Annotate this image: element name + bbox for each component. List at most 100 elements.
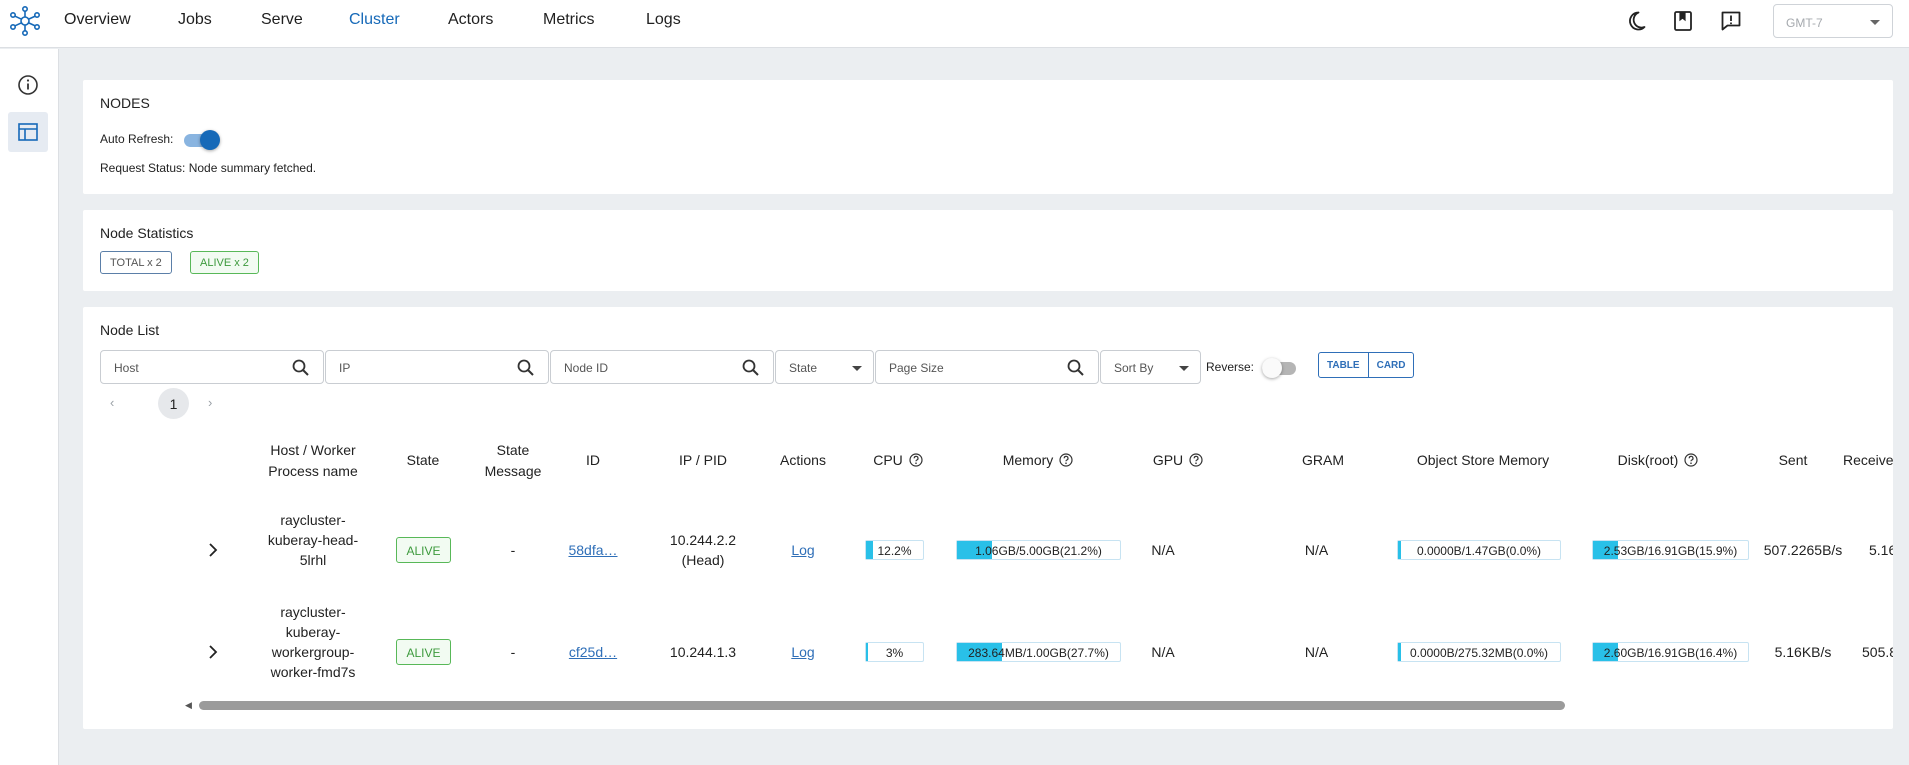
ray-logo-icon[interactable]	[8, 4, 42, 38]
toggle-thumb	[1262, 358, 1282, 378]
search-icon	[1067, 359, 1084, 376]
sort-by-select[interactable]: Sort By	[1100, 350, 1201, 384]
col-disk[interactable]: Disk(root)	[1573, 450, 1743, 471]
disk-usage-bar: 2.60GB/16.91GB(16.4%)	[1592, 642, 1749, 662]
nav-jobs[interactable]: Jobs	[178, 11, 212, 29]
nav-metrics[interactable]: Metrics	[543, 11, 595, 29]
host-placeholder: Host	[114, 361, 139, 375]
node-id-link[interactable]: cf25d…	[563, 642, 623, 662]
node-statistics-title: Node Statistics	[100, 225, 194, 241]
feedback-icon[interactable]	[1719, 9, 1743, 33]
help-circle-icon[interactable]	[1684, 453, 1698, 467]
col-state-message[interactable]: State Message	[463, 440, 563, 482]
log-link[interactable]: Log	[763, 642, 843, 662]
card-view-button[interactable]: CARD	[1367, 353, 1414, 377]
col-state-message-line2: Message	[484, 463, 542, 479]
nav-logs[interactable]: Logs	[646, 11, 681, 29]
timezone-value: GMT-7	[1786, 16, 1823, 30]
chevron-right-icon[interactable]	[204, 541, 222, 559]
host-line: raycluster-	[280, 604, 346, 620]
object-store-usage-bar: 0.0000B/1.47GB(0.0%)	[1397, 540, 1561, 560]
next-page-chevron-icon[interactable]: ›	[208, 395, 212, 410]
table-horizontal-scrollbar[interactable]: ◀ ▶	[163, 699, 1909, 713]
gram-cell: N/A	[1304, 542, 1329, 558]
disk-usage-label: 2.60GB/16.91GB(16.4%)	[1603, 646, 1738, 660]
state-select-label: State	[789, 361, 818, 375]
col-cpu[interactable]: CPU	[853, 450, 943, 471]
nav-actors[interactable]: Actors	[448, 11, 493, 29]
state-message-cell: -	[510, 644, 516, 660]
search-icon	[517, 359, 534, 376]
docs-book-icon[interactable]	[1671, 9, 1695, 33]
top-nav-bar: Overview Jobs Serve Cluster Actors Metri…	[0, 0, 1909, 48]
table-row: raycluster- kuberay- workergroup- worker…	[83, 600, 1893, 700]
prev-page-chevron-icon[interactable]: ‹	[110, 395, 114, 410]
log-link[interactable]: Log	[763, 540, 843, 560]
col-host[interactable]: Host / Worker Process name	[243, 440, 383, 482]
received-cell: 5.16KB/s	[1869, 542, 1893, 558]
host-cell: raycluster- kuberay-head- 5lrhl	[243, 510, 383, 570]
chevron-down-icon	[1870, 20, 1880, 25]
col-memory[interactable]: Memory	[953, 450, 1123, 471]
col-disk-label: Disk(root)	[1617, 452, 1679, 468]
page-1-button[interactable]: 1	[158, 388, 189, 419]
nav-serve[interactable]: Serve	[261, 11, 303, 29]
help-circle-icon[interactable]	[1059, 453, 1073, 467]
dark-mode-moon-icon[interactable]	[1624, 9, 1648, 33]
cpu-usage-bar: 3%	[865, 642, 924, 662]
col-gram[interactable]: GRAM	[1263, 450, 1383, 471]
page-size-placeholder: Page Size	[889, 361, 944, 375]
ip-line: 10.244.2.2	[669, 532, 737, 548]
total-nodes-chip[interactable]: TOTAL x 2	[100, 251, 172, 274]
state-select[interactable]: State	[775, 350, 874, 384]
sent-cell: 507.2265B/s	[1763, 542, 1843, 558]
col-host-line2: Process name	[268, 463, 358, 479]
cpu-usage-bar: 12.2%	[865, 540, 924, 560]
node-id-search-input[interactable]: Node ID	[550, 350, 774, 384]
sent-cell: 5.16KB/s	[1774, 644, 1832, 660]
nodes-panel-title: NODES	[100, 95, 150, 111]
cpu-usage-label: 3%	[885, 646, 904, 660]
memory-usage-bar: 1.06GB/5.00GB(21.2%)	[956, 540, 1121, 560]
nav-cluster[interactable]: Cluster	[349, 11, 400, 29]
gpu-cell: N/A	[1151, 542, 1175, 558]
ip-pid-cell: 10.244.2.2 (Head)	[623, 530, 783, 570]
status-badge: ALIVE	[396, 639, 451, 665]
auto-refresh-label: Auto Refresh:	[100, 132, 174, 146]
nav-overview[interactable]: Overview	[64, 11, 131, 29]
scrollbar-thumb[interactable]	[199, 701, 1565, 710]
host-line: kuberay-head-	[267, 532, 359, 548]
col-memory-label: Memory	[1002, 452, 1054, 468]
node-id-link[interactable]: 58dfa…	[563, 540, 623, 560]
col-state[interactable]: State	[383, 450, 463, 471]
host-search-input[interactable]: Host	[100, 350, 324, 384]
col-gpu[interactable]: GPU	[1123, 450, 1233, 471]
col-object-store-memory[interactable]: Object Store Memory	[1383, 450, 1583, 471]
sort-by-label: Sort By	[1114, 361, 1154, 375]
caret-down-icon	[852, 366, 862, 371]
page-size-input[interactable]: Page Size	[875, 350, 1099, 384]
host-line: raycluster-	[280, 512, 346, 528]
gpu-cell: N/A	[1151, 644, 1175, 660]
reverse-toggle[interactable]	[1262, 358, 1298, 378]
rail-table-button[interactable]	[8, 112, 48, 152]
timezone-select[interactable]: GMT-7	[1773, 4, 1893, 38]
col-ip-pid[interactable]: IP / PID	[623, 450, 783, 471]
alive-nodes-chip[interactable]: ALIVE x 2	[190, 251, 259, 274]
request-status-text: Request Status: Node summary fetched.	[100, 161, 317, 175]
col-id[interactable]: ID	[563, 450, 623, 471]
rail-info-button[interactable]	[8, 65, 48, 105]
memory-usage-bar: 283.64MB/1.00GB(27.7%)	[956, 642, 1121, 662]
help-circle-icon[interactable]	[909, 453, 923, 467]
auto-refresh-toggle[interactable]	[184, 130, 220, 150]
node-list-title: Node List	[100, 322, 160, 338]
chevron-right-icon[interactable]	[204, 643, 222, 661]
col-actions[interactable]: Actions	[763, 450, 843, 471]
table-view-button[interactable]: TABLE	[1319, 353, 1368, 377]
toggle-thumb	[200, 130, 220, 150]
help-circle-icon[interactable]	[1189, 453, 1203, 467]
scroll-left-arrow-icon[interactable]: ◀	[185, 700, 192, 711]
info-icon	[18, 75, 38, 95]
col-received[interactable]: Received	[1823, 450, 1893, 471]
ip-search-input[interactable]: IP	[325, 350, 549, 384]
